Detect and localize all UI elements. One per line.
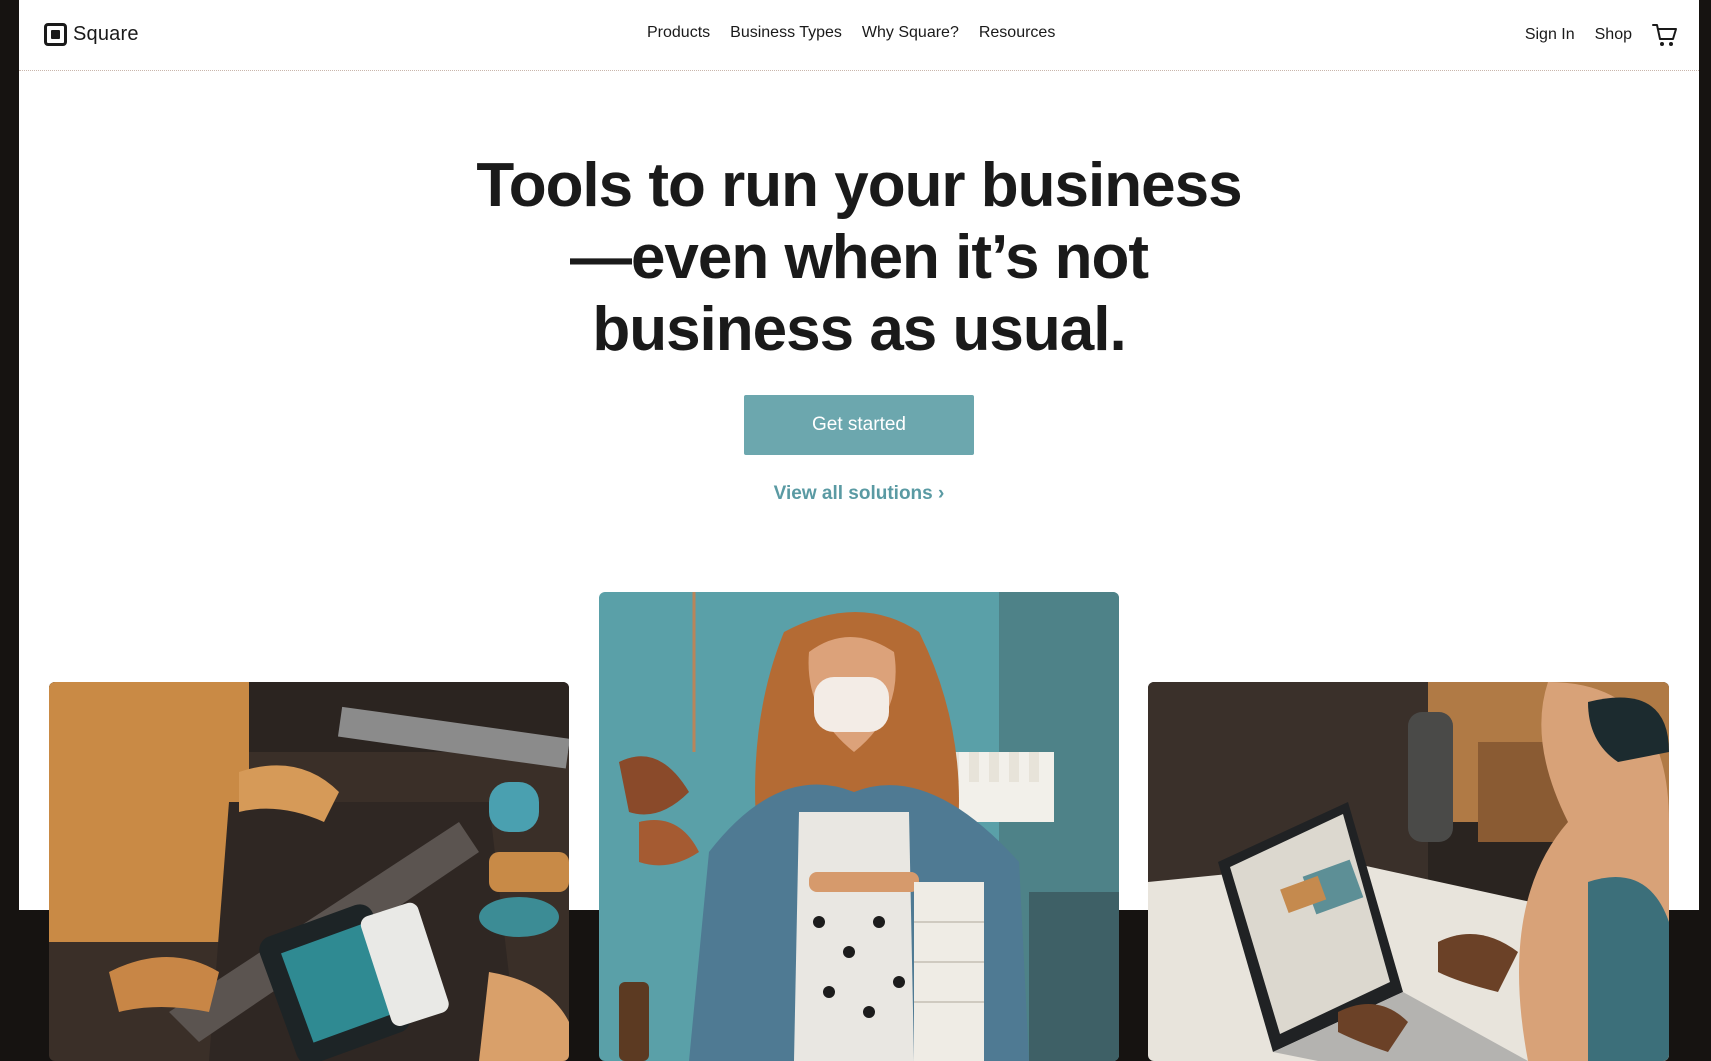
- photo-laptop-online-store: [1148, 682, 1669, 1061]
- nav-business-types[interactable]: Business Types: [730, 24, 842, 42]
- nav-products[interactable]: Products: [647, 24, 710, 42]
- hero-title: Tools to run your business—even when it’…: [476, 151, 1242, 364]
- page: Square Products Business Types Why Squar…: [19, 0, 1699, 1061]
- cart-icon[interactable]: [1652, 22, 1678, 48]
- square-logo[interactable]: Square: [44, 22, 139, 46]
- site-header: Square Products Business Types Why Squar…: [19, 0, 1699, 71]
- sign-in-link[interactable]: Sign In: [1525, 26, 1575, 44]
- get-started-button[interactable]: Get started: [744, 395, 974, 455]
- photo-contactless-payment: [49, 682, 569, 1061]
- view-all-solutions-link[interactable]: View all solutions ›: [739, 483, 979, 505]
- account-nav: Sign In Shop: [1525, 22, 1678, 48]
- shop-link[interactable]: Shop: [1595, 26, 1632, 44]
- logo-text: Square: [73, 22, 139, 45]
- nav-resources[interactable]: Resources: [979, 24, 1055, 42]
- square-logo-icon: [44, 22, 67, 46]
- photo-shop-owner: [599, 592, 1119, 1061]
- nav-why-square[interactable]: Why Square?: [862, 24, 959, 42]
- main-nav: Products Business Types Why Square? Reso…: [647, 24, 1055, 42]
